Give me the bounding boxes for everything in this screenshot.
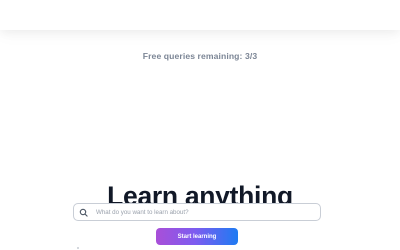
- top-header-band: [0, 0, 400, 30]
- free-queries-remaining-text: Free queries remaining: 3/3: [142, 51, 258, 61]
- search-input[interactable]: [96, 205, 314, 219]
- small-dot-decoration: [77, 247, 79, 249]
- search-field-container[interactable]: [73, 203, 321, 221]
- search-icon: [78, 206, 90, 218]
- learn-anything-page: Free queries remaining: 3/3 Learn anythi…: [0, 0, 400, 250]
- start-learning-button[interactable]: Start learning: [156, 228, 238, 245]
